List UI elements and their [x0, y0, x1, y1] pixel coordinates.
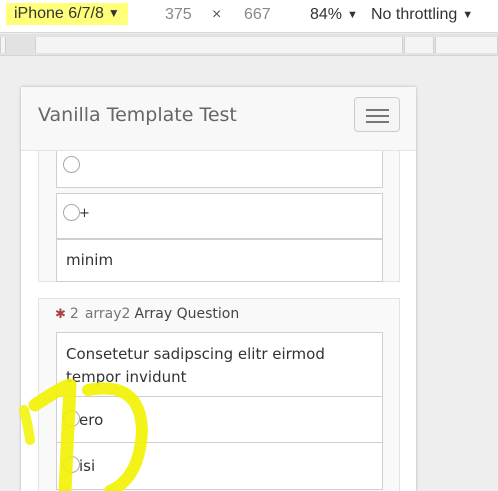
answer-option-row[interactable]: minim [56, 239, 383, 282]
question-code: array2 [84, 306, 131, 322]
dropdown-arrow-icon: ▼ [347, 9, 358, 21]
answer-option-row[interactable]: isi [56, 442, 383, 490]
device-toolbar: iPhone 6/7/8 ▼ 375 × 667 84% ▼ No throttli… [0, 0, 498, 33]
hamburger-icon [366, 115, 389, 117]
answer-option-row[interactable] [56, 146, 383, 188]
zoom-selector[interactable]: 84% ▼ [310, 6, 358, 24]
device-name: iPhone 6/7/8 [14, 5, 104, 22]
dimension-separator: × [212, 6, 222, 23]
hamburger-icon [366, 121, 389, 123]
option-label: isi [79, 457, 96, 475]
dropdown-arrow-icon: ▼ [462, 9, 474, 21]
ruler-segment[interactable] [404, 37, 434, 53]
media-query-ruler[interactable] [0, 34, 498, 56]
navbar: Vanilla Template Test [21, 87, 416, 151]
brand-title[interactable]: Vanilla Template Test [38, 104, 237, 126]
device-viewport: + minim ✱ 2 array2 Array Question Consetetu… [21, 87, 416, 491]
required-asterisk-icon: ✱ [55, 307, 66, 322]
viewport-height-input[interactable]: 667 [244, 6, 271, 24]
option-label: ero [79, 411, 104, 429]
option-label: + [79, 206, 90, 221]
question-card: ✱ 2 array2 Array Question Consetetur sadips… [38, 298, 400, 491]
zoom-value: 84% [310, 6, 343, 23]
question-title: Array Question [134, 306, 240, 322]
radio-button[interactable] [63, 204, 80, 221]
hamburger-menu-button[interactable] [354, 97, 400, 132]
radio-button[interactable] [63, 156, 80, 173]
option-label: minim [66, 251, 114, 269]
devtools-stage: iPhone 6/7/8 ▼ 375 × 667 84% ▼ No throttli… [0, 0, 498, 491]
answer-option-row[interactable]: ero [56, 396, 383, 443]
ruler-segment[interactable] [435, 37, 498, 53]
question-header: ✱ 2 array2 Array Question [55, 306, 239, 322]
hamburger-icon [366, 109, 389, 111]
throttling-selector[interactable]: No throttling ▼ [371, 6, 473, 24]
question-card: + minim [38, 146, 400, 282]
answer-option-row[interactable]: + [56, 193, 383, 239]
viewport-width-input[interactable]: 375 [165, 6, 192, 24]
radio-button[interactable] [63, 456, 80, 473]
question-text-cell: Consetetur sadipscing elitr eirmod tempo… [56, 332, 383, 397]
device-selector[interactable]: iPhone 6/7/8 ▼ [6, 3, 128, 25]
ruler-segment[interactable] [0, 37, 6, 53]
ruler-segment[interactable] [35, 37, 403, 53]
question-text: Consetetur sadipscing elitr eirmod tempo… [66, 345, 325, 386]
dropdown-arrow-icon: ▼ [107, 6, 120, 20]
throttling-value: No throttling [371, 6, 458, 23]
radio-button[interactable] [63, 410, 80, 427]
question-number: 2 [69, 306, 79, 322]
